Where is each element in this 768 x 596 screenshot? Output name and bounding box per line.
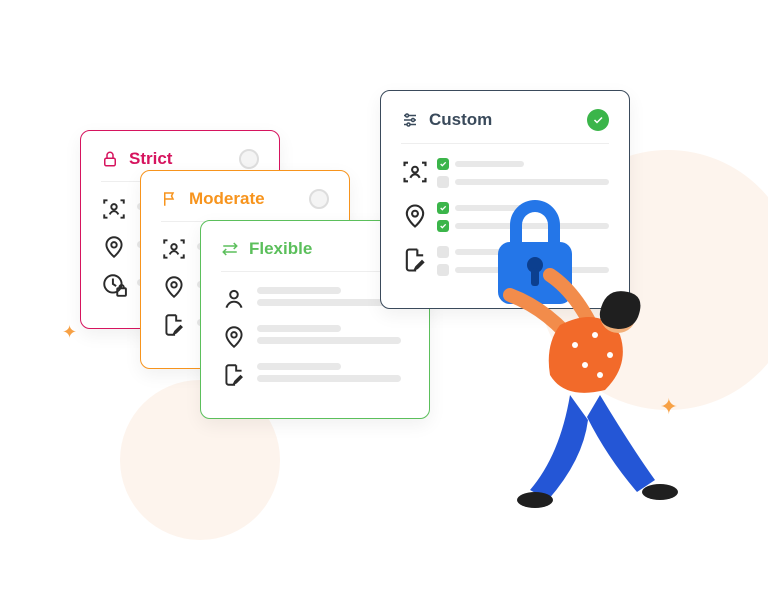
card-title: Flexible xyxy=(249,239,379,259)
checkbox-on[interactable] xyxy=(437,220,449,232)
document-edit-icon xyxy=(221,362,247,388)
location-icon xyxy=(221,324,247,350)
location-icon xyxy=(401,202,429,230)
flag-icon xyxy=(161,190,179,208)
face-scan-icon xyxy=(161,236,187,262)
card-title: Moderate xyxy=(189,189,299,209)
card-title: Strict xyxy=(129,149,229,169)
checkbox-on[interactable] xyxy=(437,158,449,170)
location-icon xyxy=(101,234,127,260)
radio-unselected[interactable] xyxy=(309,189,329,209)
document-edit-icon xyxy=(161,312,187,338)
swap-icon xyxy=(221,240,239,258)
checkbox-on[interactable] xyxy=(437,202,449,214)
option-row xyxy=(401,158,609,188)
sparkle-icon: ✦ xyxy=(62,322,77,343)
lock-icon xyxy=(101,150,119,168)
checkbox-off[interactable] xyxy=(437,264,449,276)
location-icon xyxy=(161,274,187,300)
face-scan-icon xyxy=(101,196,127,222)
person-holding-lock-illustration xyxy=(450,200,710,520)
option-row xyxy=(221,324,409,350)
check-selected-icon[interactable] xyxy=(587,109,609,131)
person-icon xyxy=(221,286,247,312)
checkbox-off[interactable] xyxy=(437,176,449,188)
sliders-icon xyxy=(401,111,419,129)
time-lock-icon xyxy=(101,272,127,298)
face-scan-icon xyxy=(401,158,429,186)
checkbox-off[interactable] xyxy=(437,246,449,258)
option-row xyxy=(221,362,409,388)
card-title: Custom xyxy=(429,110,577,130)
document-edit-icon xyxy=(401,246,429,274)
radio-unselected[interactable] xyxy=(239,149,259,169)
